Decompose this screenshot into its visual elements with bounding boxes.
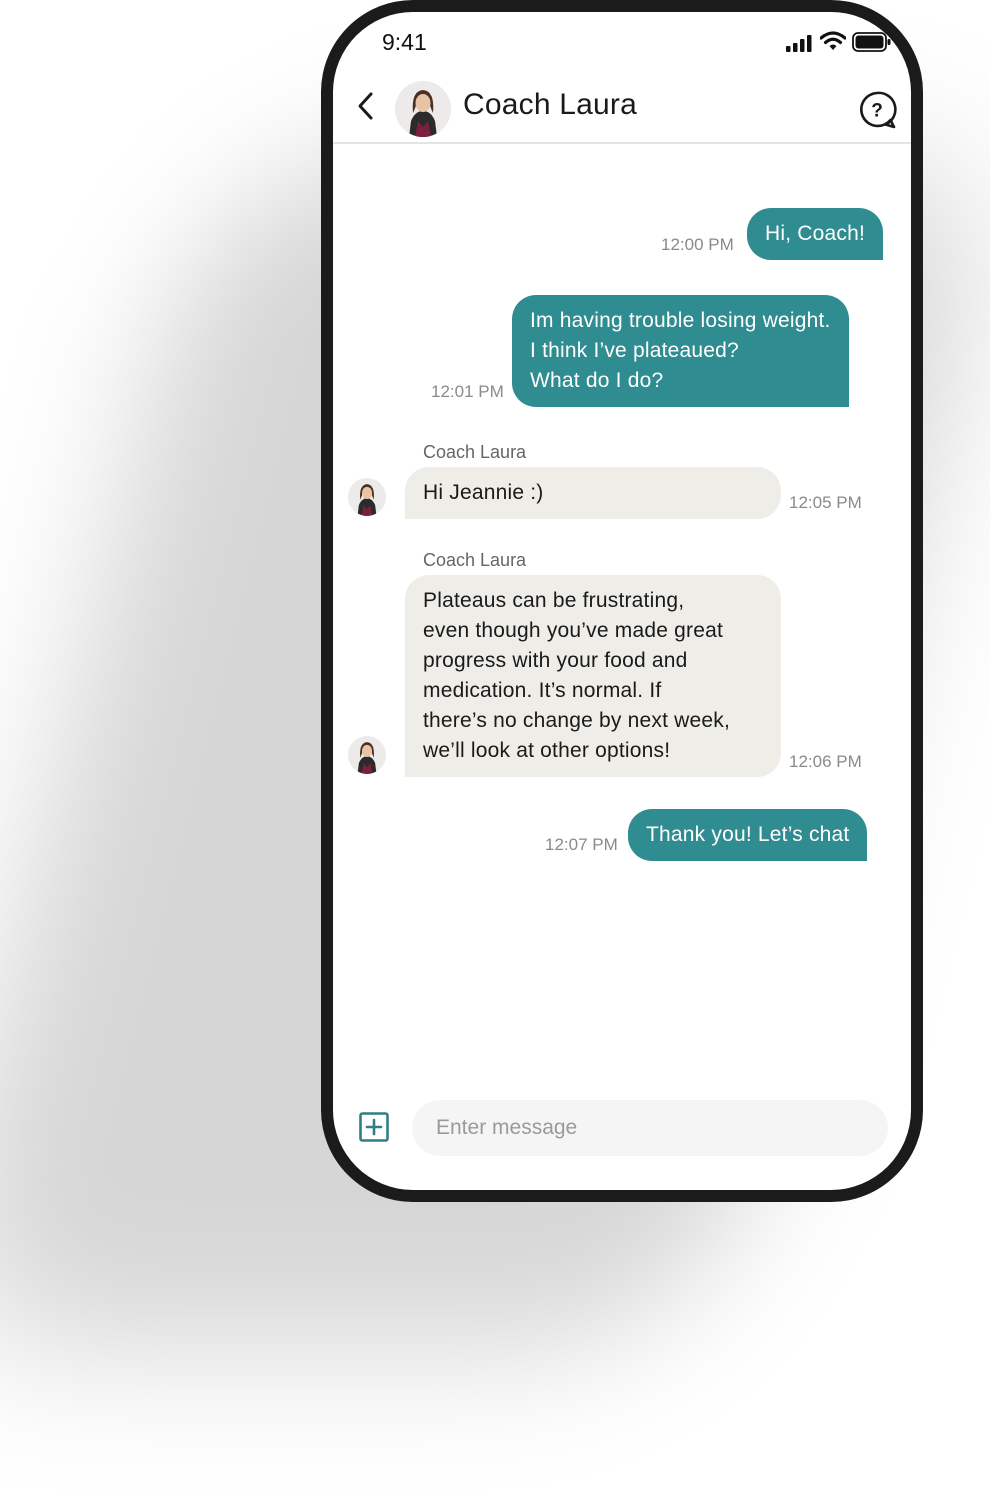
message-list[interactable]: Hi, Coach! 12:00 PM Im having trouble lo… xyxy=(333,144,911,1084)
coach-avatar-small[interactable] xyxy=(348,736,386,774)
sender-name: Coach Laura xyxy=(423,442,527,462)
svg-text:?: ? xyxy=(871,101,883,122)
plus-square-icon xyxy=(359,1112,389,1146)
attach-button[interactable] xyxy=(359,1112,389,1142)
question-bubble-icon: ? xyxy=(857,91,897,134)
message-timestamp: 12:00 PM xyxy=(661,235,734,254)
message-timestamp: 12:06 PM xyxy=(789,752,862,771)
coach-avatar[interactable] xyxy=(395,81,451,137)
message-timestamp: 12:07 PM xyxy=(545,835,618,854)
sender-name: Coach Laura xyxy=(423,550,527,570)
message-input[interactable] xyxy=(412,1100,888,1156)
wifi-icon xyxy=(819,31,847,56)
coach-avatar-small[interactable] xyxy=(348,478,386,516)
help-button[interactable]: ? xyxy=(857,90,897,130)
message-composer xyxy=(333,1098,911,1158)
phone-frame: 9:41 Coach Laura ? Hi, Coach! 12:00 PM I… xyxy=(321,0,923,1202)
battery-icon xyxy=(852,32,892,57)
message-bubble-outgoing[interactable]: Im having trouble losing weight. I think… xyxy=(512,295,849,407)
chat-header: Coach Laura ? xyxy=(333,74,911,144)
status-time: 9:41 xyxy=(382,29,427,55)
chat-title: Coach Laura xyxy=(463,88,637,121)
message-timestamp: 12:05 PM xyxy=(789,493,862,512)
status-bar: 9:41 xyxy=(333,12,911,72)
message-bubble-outgoing[interactable]: Thank you! Let’s chat xyxy=(628,809,868,861)
phone-screen: 9:41 Coach Laura ? Hi, Coach! 12:00 PM I… xyxy=(333,12,911,1190)
signal-icon xyxy=(786,34,814,57)
message-bubble-outgoing[interactable]: Hi, Coach! xyxy=(747,208,884,260)
message-timestamp: 12:01 PM xyxy=(431,382,504,401)
message-bubble-incoming[interactable]: Plateaus can be frustrating, even though… xyxy=(405,575,781,777)
back-button[interactable] xyxy=(351,90,381,126)
chevron-left-icon xyxy=(356,91,376,126)
message-bubble-incoming[interactable]: Hi Jeannie :) xyxy=(405,467,781,519)
